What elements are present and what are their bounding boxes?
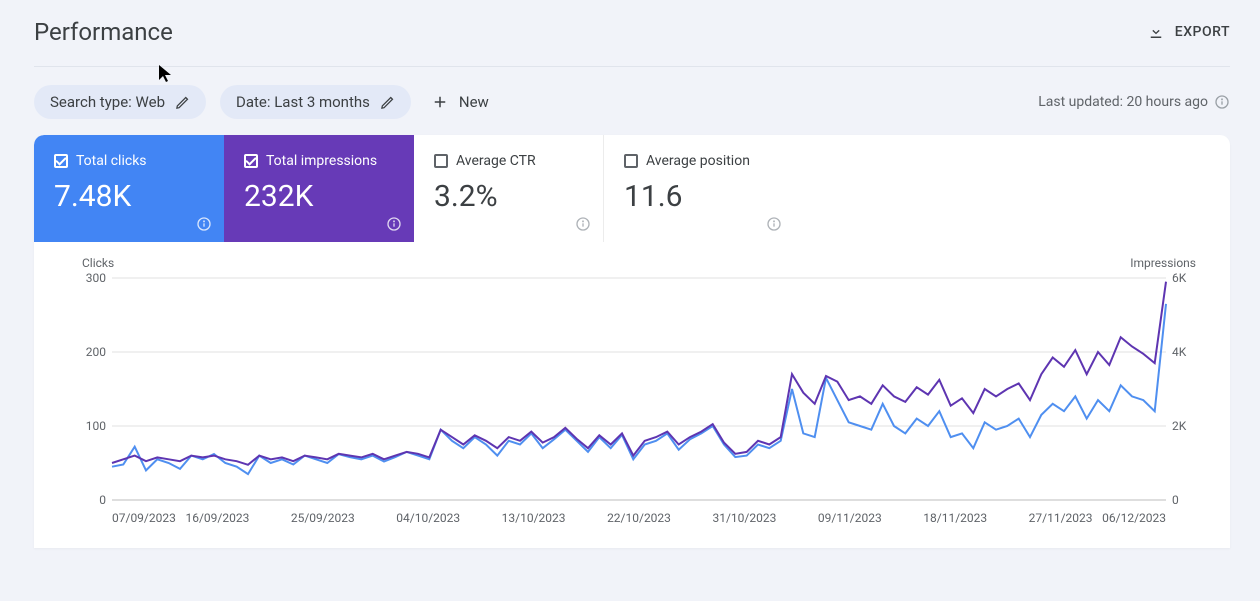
card-label: Total impressions <box>266 153 377 169</box>
checkbox-icon <box>54 154 68 168</box>
last-updated: Last updated: 20 hours ago <box>1038 94 1230 110</box>
svg-text:09/11/2023: 09/11/2023 <box>818 511 882 525</box>
performance-chart: 0 100 200 300 0 2K 4K 6K 07/09/2023 16/09/2023 25/… <box>74 272 1204 530</box>
svg-text:6K: 6K <box>1172 272 1187 285</box>
filter-chip-search-type[interactable]: Search type: Web <box>34 85 206 119</box>
card-average-ctr[interactable]: Average CTR 3.2% <box>414 135 604 242</box>
left-axis-title: Clicks <box>82 256 114 270</box>
info-icon[interactable] <box>196 216 212 232</box>
card-label: Average CTR <box>456 153 536 169</box>
filter-chip-search-type-label: Search type: Web <box>50 93 165 111</box>
add-filter-label: New <box>459 93 489 111</box>
last-updated-text: Last updated: 20 hours ago <box>1038 94 1208 110</box>
card-value: 232K <box>244 179 394 214</box>
checkbox-icon <box>244 154 258 168</box>
download-icon <box>1147 23 1165 41</box>
svg-text:18/11/2023: 18/11/2023 <box>923 511 987 525</box>
filter-chip-date-label: Date: Last 3 months <box>236 93 370 111</box>
svg-text:04/10/2023: 04/10/2023 <box>396 511 460 525</box>
svg-text:07/09/2023: 07/09/2023 <box>112 511 176 525</box>
svg-text:06/12/2023: 06/12/2023 <box>1102 511 1166 525</box>
card-total-impressions[interactable]: Total impressions 232K <box>224 135 414 242</box>
svg-text:13/10/2023: 13/10/2023 <box>502 511 566 525</box>
svg-text:200: 200 <box>86 345 106 359</box>
svg-text:4K: 4K <box>1172 345 1187 359</box>
pencil-icon <box>175 95 190 110</box>
card-value: 7.48K <box>54 179 204 214</box>
svg-text:22/10/2023: 22/10/2023 <box>607 511 671 525</box>
filter-chip-date[interactable]: Date: Last 3 months <box>220 85 411 119</box>
info-icon[interactable] <box>766 216 782 232</box>
info-icon[interactable] <box>386 216 402 232</box>
card-total-clicks[interactable]: Total clicks 7.48K <box>34 135 224 242</box>
checkbox-icon <box>624 154 638 168</box>
card-average-position[interactable]: Average position 11.6 <box>604 135 794 242</box>
card-value: 3.2% <box>434 179 583 214</box>
card-label: Total clicks <box>76 153 147 169</box>
info-icon[interactable] <box>575 216 591 232</box>
add-filter-button[interactable]: New <box>431 93 489 111</box>
plus-icon <box>431 93 449 111</box>
page-title: Performance <box>34 18 173 46</box>
checkbox-icon <box>434 154 448 168</box>
performance-panel: Total clicks 7.48K Total impressions 232… <box>34 135 1230 548</box>
svg-text:0: 0 <box>99 493 106 507</box>
svg-text:100: 100 <box>86 419 106 433</box>
card-value: 11.6 <box>624 179 774 214</box>
svg-text:2K: 2K <box>1172 419 1187 433</box>
svg-text:0: 0 <box>1172 493 1179 507</box>
export-label: EXPORT <box>1175 24 1230 40</box>
pencil-icon <box>380 95 395 110</box>
card-label: Average position <box>646 153 750 169</box>
info-icon[interactable] <box>1214 94 1230 110</box>
svg-text:16/09/2023: 16/09/2023 <box>185 511 249 525</box>
svg-text:27/11/2023: 27/11/2023 <box>1029 511 1093 525</box>
svg-text:25/09/2023: 25/09/2023 <box>291 511 355 525</box>
right-axis-title: Impressions <box>1130 256 1196 270</box>
export-button[interactable]: EXPORT <box>1147 23 1230 41</box>
svg-text:300: 300 <box>86 272 106 285</box>
svg-text:31/10/2023: 31/10/2023 <box>712 511 776 525</box>
